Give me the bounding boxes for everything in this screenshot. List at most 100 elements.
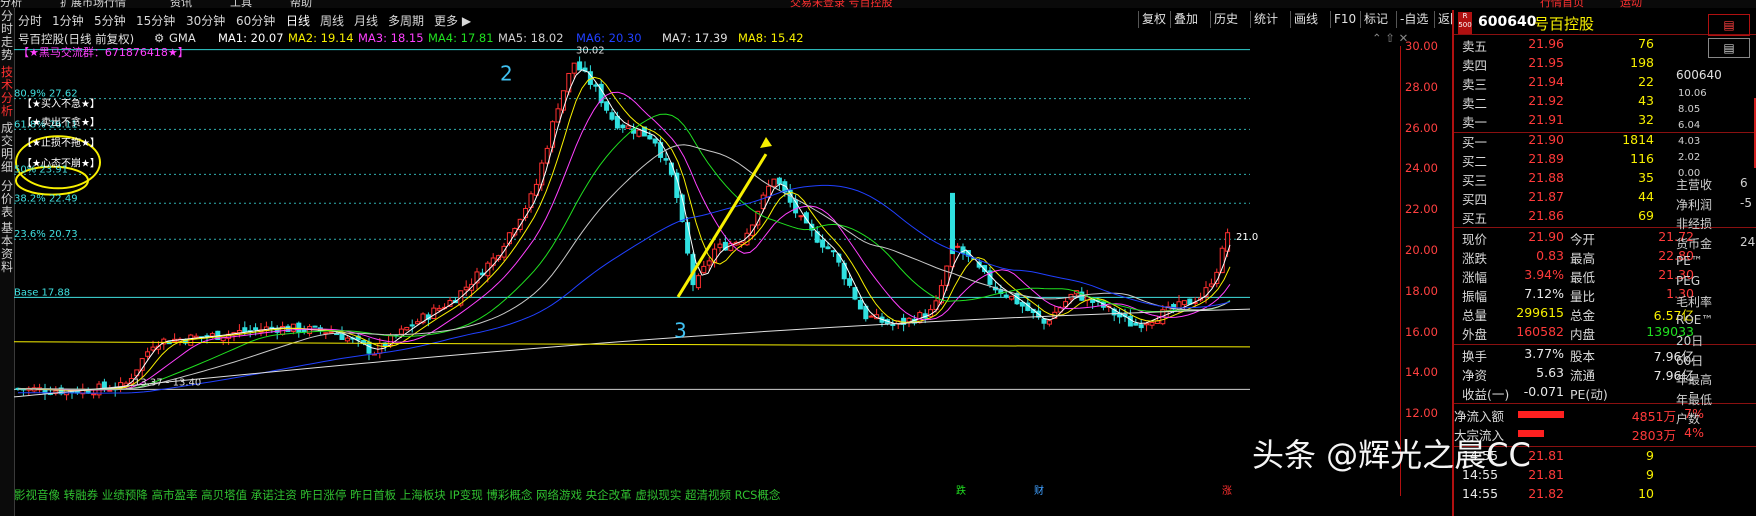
candlestick-chart[interactable]: 【★黑马交流群：671876418★】80.9% 27.6261.8% 26.1… xyxy=(14,46,1400,496)
candle-body xyxy=(150,346,156,351)
fundamental-value: 6 xyxy=(1740,176,1748,190)
period-daily[interactable]: 日线 xyxy=(286,12,310,29)
candle-body xyxy=(404,326,410,331)
price-tick: 24.00 xyxy=(1405,161,1438,176)
toolbar-history-button[interactable]: 历史 xyxy=(1210,11,1241,28)
toolbar-draw-button[interactable]: 画线 xyxy=(1290,11,1321,28)
period-more[interactable]: 更多 ▶ xyxy=(434,12,471,29)
bid-price: 21.88 xyxy=(1528,170,1564,185)
candle-body xyxy=(436,307,442,311)
candle-body xyxy=(695,275,701,289)
wave-3-label: 3 xyxy=(674,319,687,343)
stat-value: 21.90 xyxy=(1528,229,1564,244)
candle-body xyxy=(820,239,826,248)
candle-body xyxy=(614,115,620,129)
period-monthly[interactable]: 月线 xyxy=(354,12,378,29)
tab-trade-details[interactable]: 成交明细 xyxy=(0,122,14,174)
tab-intraday[interactable]: 分时走势 xyxy=(0,10,14,62)
menu-item[interactable]: 资讯 xyxy=(170,0,192,8)
group-banner: 【★黑马交流群：671876418★】 xyxy=(18,46,189,59)
stat-label: 内盘 xyxy=(1570,327,1596,342)
ask-volume: 32 xyxy=(1638,112,1654,127)
period-15min[interactable]: 15分钟 xyxy=(136,12,175,29)
candle-body xyxy=(1138,324,1144,329)
bid-label: 买四 xyxy=(1462,192,1488,207)
candle-body xyxy=(1181,300,1187,306)
candle-body xyxy=(1144,323,1150,326)
menu-item[interactable]: 扩展市场行情 xyxy=(60,0,126,8)
candle-body xyxy=(571,62,577,74)
mini-axis-tick: 8.05 xyxy=(1678,104,1701,115)
chart-title: 号百控股(日线 前复权) xyxy=(18,32,135,46)
period-intraday[interactable]: 分时 xyxy=(18,12,42,29)
price-tick: 16.00 xyxy=(1405,324,1438,339)
candle-body xyxy=(463,286,469,291)
toolbar-adjust-button[interactable]: 复权 xyxy=(1138,11,1169,28)
candle-body xyxy=(906,317,912,323)
period-1min[interactable]: 1分钟 xyxy=(52,12,84,29)
candle-body xyxy=(555,108,561,123)
menu-right-item[interactable]: 行情首页 xyxy=(1540,0,1584,8)
candle-body xyxy=(209,333,215,337)
stat-label: 总金 xyxy=(1570,308,1596,323)
ask-label: 卖一 xyxy=(1462,115,1488,130)
candle-body xyxy=(950,192,955,255)
menu-item[interactable]: 工具 xyxy=(230,0,252,8)
stat-value: 7.12% xyxy=(1524,286,1564,301)
tick-volume: 9 xyxy=(1646,448,1654,463)
candle-body xyxy=(312,325,318,328)
period-30min[interactable]: 30分钟 xyxy=(186,12,225,29)
toolbar-mark-button[interactable]: 标记 xyxy=(1360,11,1391,28)
tab-technical-analysis[interactable]: 技术分析 xyxy=(0,66,14,118)
candle-body xyxy=(706,260,712,266)
candle-body xyxy=(852,287,858,300)
candle-body xyxy=(242,327,248,333)
candle-body xyxy=(609,112,615,120)
menu-right-item[interactable]: 运动 xyxy=(1620,0,1642,8)
tab-price-table[interactable]: 分价表 xyxy=(0,180,14,219)
candle-body xyxy=(701,265,707,274)
moving-average-line xyxy=(18,144,1231,390)
flow-label: 净流入额 xyxy=(1454,409,1505,424)
chart-buttons-icon[interactable]: ⌃ ⇧ ✕ xyxy=(1372,31,1408,45)
menu-item[interactable]: 分析 xyxy=(0,0,22,8)
period-weekly[interactable]: 周线 xyxy=(320,12,344,29)
candle-body xyxy=(760,194,766,210)
menu-item[interactable]: 帮助 xyxy=(290,0,312,8)
right-stock-code: 600640 xyxy=(1676,68,1722,82)
toolbar-overlay-button[interactable]: 叠加 xyxy=(1170,11,1201,28)
corner-button-2[interactable]: ▤ xyxy=(1708,38,1750,58)
fundamental-label: ROE™ xyxy=(1676,312,1714,327)
toolbar-watchlist-button[interactable]: -自选 xyxy=(1396,11,1431,28)
period-multi[interactable]: 多周期 xyxy=(388,12,424,29)
base-label: Base 17.88 xyxy=(14,287,70,298)
fundamental-label: 毛利率 xyxy=(1676,295,1713,309)
ask-price: 21.95 xyxy=(1528,55,1564,70)
gear-icon[interactable]: ⚙ xyxy=(154,31,164,45)
stat-value: 3.77% xyxy=(1524,346,1564,361)
ask-label: 卖四 xyxy=(1462,58,1488,73)
candle-body xyxy=(652,138,658,144)
concept-tags[interactable]: 影视音像 转融券 业绩预降 高市盈率 高贝塔值 承诺注资 昨日涨停 昨日首板 上… xyxy=(14,487,780,503)
event-tick: 财 xyxy=(1034,484,1044,496)
toolbar-f10-button[interactable]: F10 xyxy=(1330,11,1359,28)
fundamental-label: 非经损 xyxy=(1676,217,1713,231)
tab-basic-info[interactable]: 基本资料 xyxy=(0,222,14,274)
candle-body xyxy=(674,172,680,198)
candle-body xyxy=(825,246,831,250)
mini-axis-tick: 4.03 xyxy=(1678,136,1701,147)
candle-body xyxy=(868,315,874,318)
stat-label: 量比 xyxy=(1570,289,1596,304)
period-5min[interactable]: 5分钟 xyxy=(94,12,126,29)
corner-button[interactable]: ▤ xyxy=(1708,14,1750,36)
tick-time: 14:55 xyxy=(1462,486,1499,501)
candle-body xyxy=(344,337,350,342)
indicator-name[interactable]: GMA xyxy=(169,31,196,45)
right-info-panel: ▤ ▤ 600640 10.06 8.05 6.04 4.03 2.02 0.00 主营收… xyxy=(1664,10,1756,516)
toolbar-stats-button[interactable]: 统计 xyxy=(1250,11,1281,28)
slogan-label: 【★买入不急★】 xyxy=(22,97,100,110)
ma3-label: MA3: 18.15 xyxy=(358,31,424,45)
period-60min[interactable]: 60分钟 xyxy=(236,12,275,29)
moving-average-line xyxy=(14,341,1251,348)
candle-body xyxy=(91,393,97,396)
